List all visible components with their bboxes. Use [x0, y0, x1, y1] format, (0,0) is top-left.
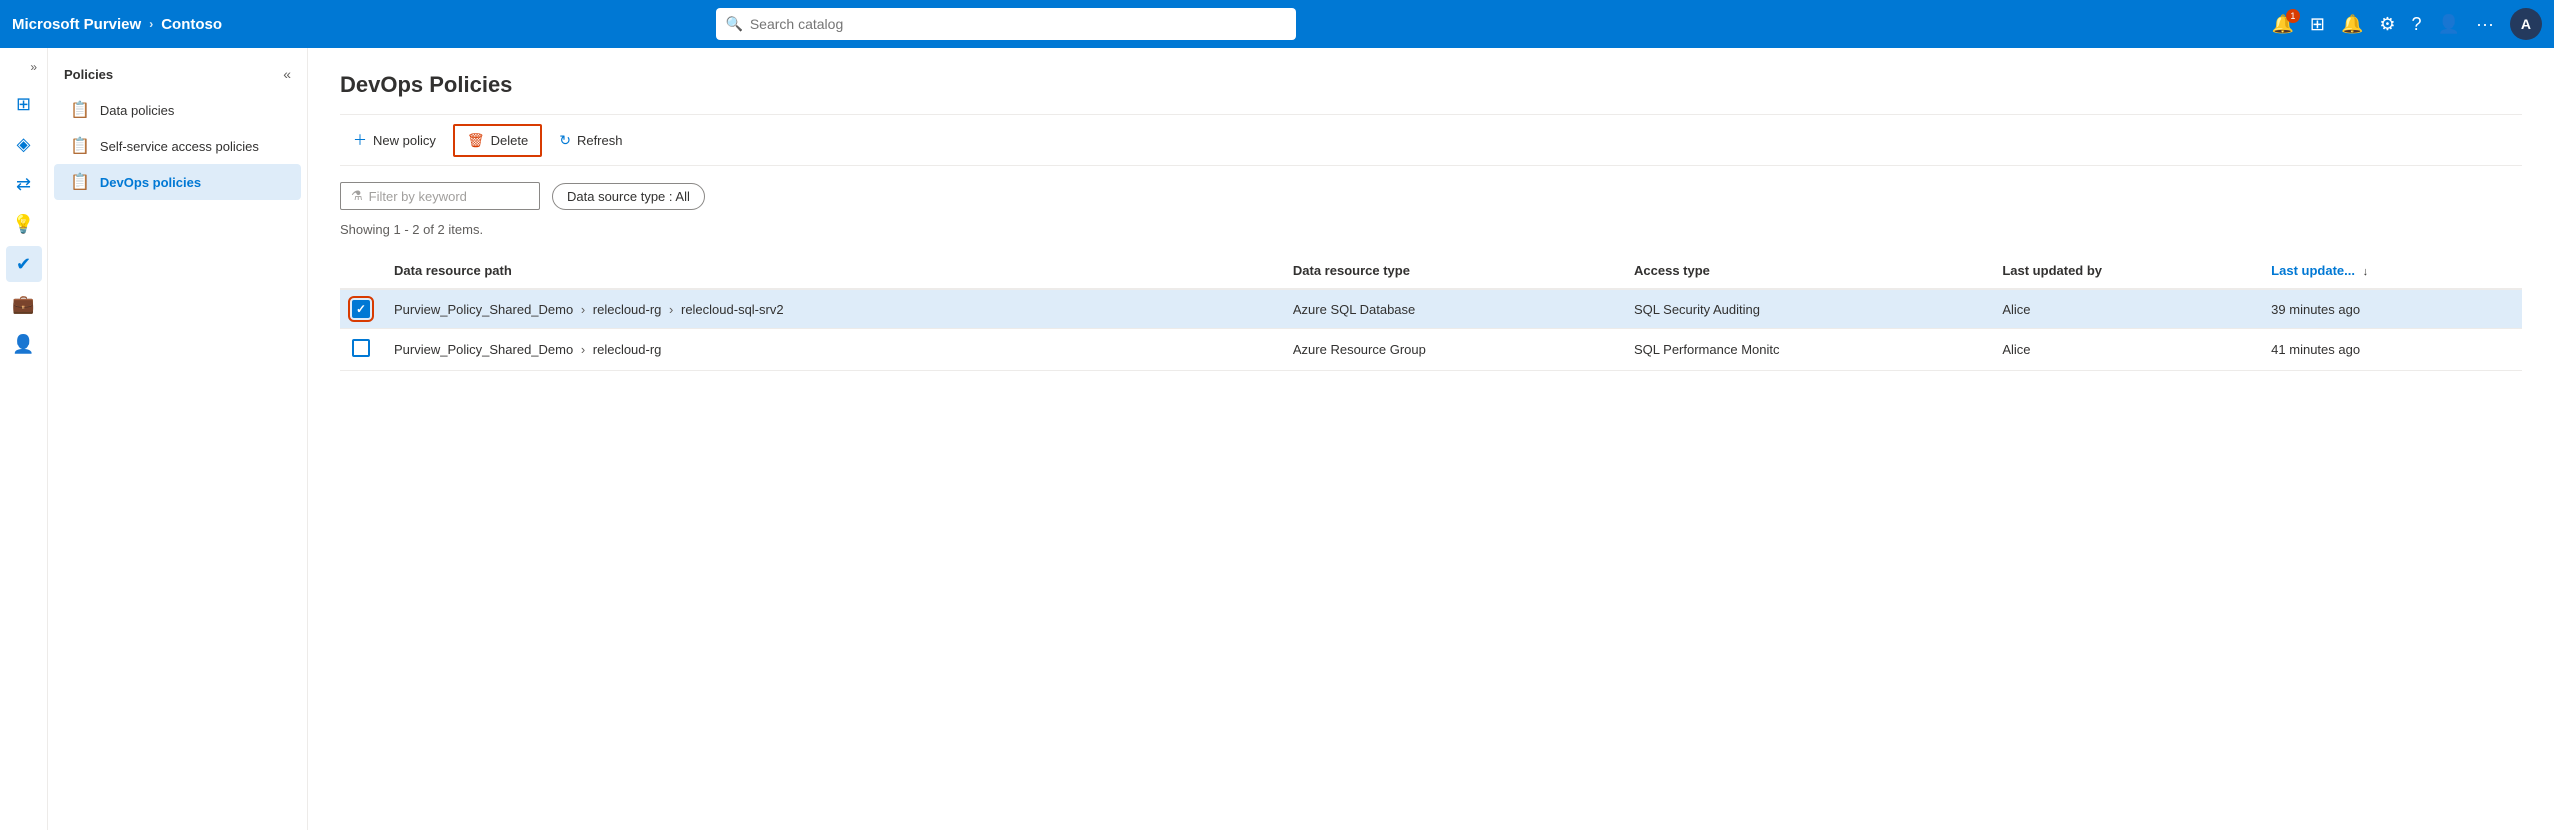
filter-icon: ⚗ [351, 188, 363, 204]
sidebar-insight-icon[interactable]: 💡 [6, 206, 42, 242]
row-checkbox[interactable] [352, 339, 370, 357]
settings-icon[interactable]: ⚙ [2379, 14, 2395, 35]
grid-icon[interactable]: ⊞ [2310, 14, 2325, 35]
help-icon[interactable]: ? [2412, 14, 2422, 35]
data-source-type-filter[interactable]: Data source type : All [552, 183, 705, 210]
nav-panel-header: Policies « [48, 60, 307, 88]
row-checkbox-cell [340, 289, 382, 329]
nav-item-data-policies-label: Data policies [100, 103, 174, 118]
path-segment: relecloud-sql-srv2 [681, 302, 784, 317]
filter-keyword-input[interactable]: ⚗ Filter by keyword [340, 182, 540, 210]
sidebar-user-icon[interactable]: 👤 [6, 326, 42, 362]
plus-icon: ＋ [353, 130, 367, 150]
search-bar: 🔍 [716, 8, 1296, 40]
notification-badge: 1 [2286, 9, 2300, 23]
delete-label: Delete [491, 133, 529, 148]
row-updated-by: Alice [1990, 329, 2259, 371]
nav-panel-collapse-btn[interactable]: « [283, 66, 291, 82]
toolbar: ＋ New policy 🗑 Delete ↻ Refresh [340, 114, 2522, 166]
feedback-icon[interactable]: 👤 [2438, 14, 2460, 35]
top-nav: Microsoft Purview › Contoso 🔍 🔔 1 ⊞ 🔔 ⚙ … [0, 0, 2554, 48]
sidebar-catalog-icon[interactable]: ◈ [6, 126, 42, 162]
filter-row: ⚗ Filter by keyword Data source type : A… [340, 182, 2522, 210]
table-row: Purview_Policy_Shared_Demo › relecloud-r… [340, 289, 2522, 329]
nav-item-self-service-label: Self-service access policies [100, 139, 259, 154]
row-checkbox[interactable] [352, 300, 370, 318]
row-last-updated: 41 minutes ago [2259, 329, 2522, 371]
path-segment: Purview_Policy_Shared_Demo [394, 302, 573, 317]
col-access: Access type [1622, 253, 1990, 289]
row-last-updated: 39 minutes ago [2259, 289, 2522, 329]
path-segment: relecloud-rg [593, 302, 662, 317]
col-path: Data resource path [382, 253, 1281, 289]
nav-item-devops-policies[interactable]: 📋 DevOps policies [54, 164, 301, 200]
row-checkbox-cell [340, 329, 382, 371]
row-path: Purview_Policy_Shared_Demo › relecloud-r… [382, 289, 1281, 329]
search-icon: 🔍 [726, 16, 743, 33]
sidebar-data-share-icon[interactable]: ⇄ [6, 166, 42, 202]
col-checkbox [340, 253, 382, 289]
nav-panel-title: Policies [64, 67, 113, 82]
sidebar-policy-icon[interactable]: ✔ [6, 246, 42, 282]
table-header: Data resource path Data resource type Ac… [340, 253, 2522, 289]
data-policies-icon: 📋 [70, 100, 90, 120]
more-icon[interactable]: ··· [2476, 14, 2494, 35]
sidebar-home-icon[interactable]: ⊞ [6, 86, 42, 122]
nav-item-self-service[interactable]: 📋 Self-service access policies [54, 128, 301, 164]
avatar[interactable]: A [2510, 8, 2542, 40]
top-nav-actions: 🔔 1 ⊞ 🔔 ⚙ ? 👤 ··· A [2271, 8, 2542, 40]
nav-item-devops-policies-label: DevOps policies [100, 175, 201, 190]
data-table: Data resource path Data resource type Ac… [340, 253, 2522, 371]
table-body: Purview_Policy_Shared_Demo › relecloud-r… [340, 289, 2522, 371]
delete-icon: 🗑 [467, 132, 485, 149]
path-separator: › [577, 342, 589, 357]
notification-icon[interactable]: 🔔 1 [2271, 14, 2293, 35]
brand: Microsoft Purview › Contoso [12, 16, 222, 33]
path-segment: Purview_Policy_Shared_Demo [394, 342, 573, 357]
col-updated[interactable]: Last update... ↓ [2259, 253, 2522, 289]
search-input[interactable] [716, 8, 1296, 40]
row-resource-type: Azure Resource Group [1281, 329, 1622, 371]
row-access-type: SQL Performance Monitc [1622, 329, 1990, 371]
showing-text: Showing 1 - 2 of 2 items. [340, 222, 2522, 237]
row-path: Purview_Policy_Shared_Demo › relecloud-r… [382, 329, 1281, 371]
refresh-label: Refresh [577, 133, 623, 148]
row-updated-by: Alice [1990, 289, 2259, 329]
nav-item-data-policies[interactable]: 📋 Data policies [54, 92, 301, 128]
nav-panel: Policies « 📋 Data policies 📋 Self-servic… [48, 48, 308, 830]
devops-policies-icon: 📋 [70, 172, 90, 192]
row-resource-type: Azure SQL Database [1281, 289, 1622, 329]
bell-icon[interactable]: 🔔 [2341, 14, 2363, 35]
sort-desc-icon: ↓ [2363, 266, 2369, 278]
refresh-button[interactable]: ↻ Refresh [546, 125, 635, 156]
brand-name: Microsoft Purview [12, 16, 141, 33]
self-service-icon: 📋 [70, 136, 90, 156]
delete-button[interactable]: 🗑 Delete [453, 124, 542, 157]
main-layout: » ⊞ ◈ ⇄ 💡 ✔ 💼 👤 Policies « 📋 Data polici… [0, 48, 2554, 830]
new-policy-label: New policy [373, 133, 436, 148]
new-policy-button[interactable]: ＋ New policy [340, 123, 449, 157]
refresh-icon: ↻ [559, 132, 571, 149]
table-row: Purview_Policy_Shared_Demo › relecloud-r… [340, 329, 2522, 371]
content-area: DevOps Policies ＋ New policy 🗑 Delete ↻ … [308, 48, 2554, 830]
col-type: Data resource type [1281, 253, 1622, 289]
col-updated-by: Last updated by [1990, 253, 2259, 289]
path-separator: › [577, 302, 589, 317]
page-title: DevOps Policies [340, 72, 2522, 98]
data-source-type-label: Data source type : All [567, 189, 690, 204]
sidebar-collapse-btn[interactable]: » [26, 56, 41, 78]
path-segment: relecloud-rg [593, 342, 662, 357]
filter-placeholder: Filter by keyword [369, 189, 467, 204]
tenant-name: Contoso [161, 16, 222, 33]
row-access-type: SQL Security Auditing [1622, 289, 1990, 329]
path-separator: › [665, 302, 677, 317]
sidebar-briefcase-icon[interactable]: 💼 [6, 286, 42, 322]
nav-chevron: › [149, 17, 153, 31]
icon-sidebar: » ⊞ ◈ ⇄ 💡 ✔ 💼 👤 [0, 48, 48, 830]
